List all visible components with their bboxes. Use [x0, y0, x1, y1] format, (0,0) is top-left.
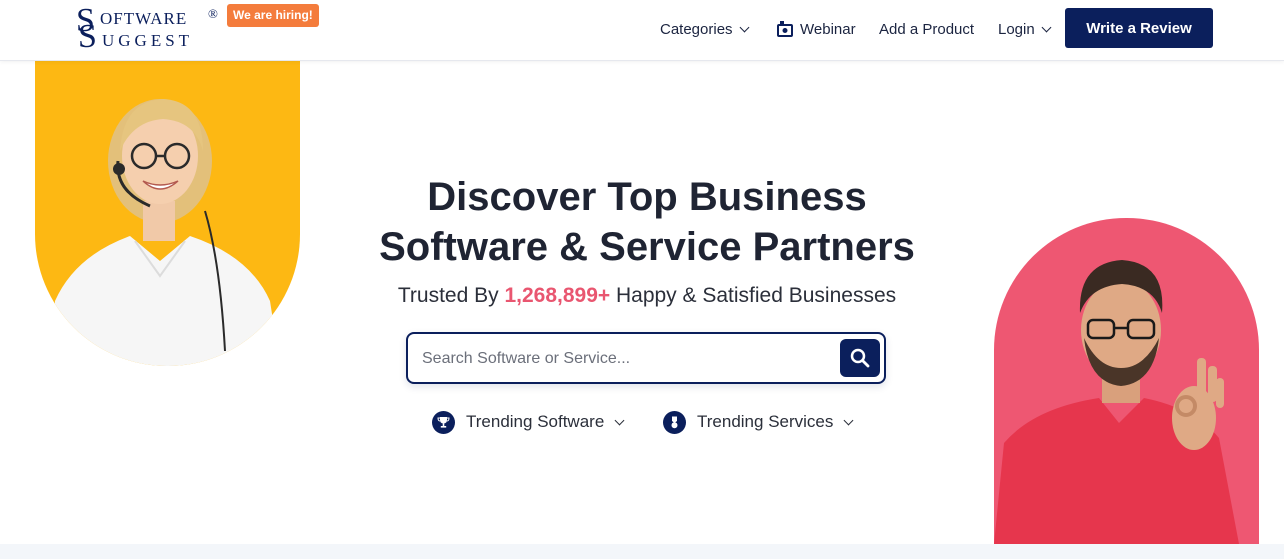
trusted-suffix: Happy & Satisfied Businesses — [610, 284, 897, 307]
chevron-down-icon — [739, 22, 749, 32]
hero-image-right-man-ok-gesture — [994, 218, 1259, 544]
site-header: S OFTWARE ® S UGGEST We are hiring! Cate… — [0, 0, 1284, 61]
next-section-band — [0, 544, 1284, 559]
nav-categories-label: Categories — [660, 20, 733, 38]
webinar-icon — [777, 21, 793, 37]
logo-row1: OFTWARE — [100, 9, 188, 28]
trusted-by-text: Trusted By 1,268,899+ Happy & Satisfied … — [340, 284, 954, 308]
logo-letter-bottom: S — [78, 18, 97, 55]
write-review-button[interactable]: Write a Review — [1065, 8, 1213, 48]
hero-headline: Discover Top Business Software & Service… — [340, 172, 954, 272]
trending-software-label: Trending Software — [466, 412, 605, 431]
nav-login-label: Login — [998, 20, 1035, 38]
hiring-badge[interactable]: We are hiring! — [227, 4, 319, 27]
hero-image-left-support-woman — [35, 61, 300, 366]
logo-registered: ® — [208, 6, 218, 21]
nav-add-product-label: Add a Product — [879, 20, 975, 38]
logo-row2: UGGEST — [102, 31, 194, 50]
trusted-prefix: Trusted By — [397, 284, 505, 307]
medal-icon — [663, 410, 686, 434]
chevron-down-icon — [1041, 22, 1052, 32]
nav-categories[interactable]: Categories — [660, 0, 749, 58]
man-ok-gesture-illustration — [994, 260, 1239, 544]
nav-webinar-label: Webinar — [800, 20, 856, 38]
search-input[interactable] — [422, 346, 822, 372]
trending-software-dropdown[interactable]: Trending Software — [432, 410, 625, 434]
support-woman-illustration — [50, 99, 280, 366]
trending-services-dropdown[interactable]: Trending Services — [663, 410, 854, 434]
chevron-down-icon — [614, 415, 625, 425]
hero-headline-line2: Software & Service Partners — [379, 225, 915, 269]
chevron-down-icon — [843, 415, 854, 425]
search-button[interactable] — [840, 339, 880, 377]
trophy-icon — [432, 410, 455, 434]
nav-webinar[interactable]: Webinar — [777, 0, 856, 58]
nav-add-product[interactable]: Add a Product — [879, 0, 974, 58]
trending-services-label: Trending Services — [697, 412, 834, 431]
hero-headline-line1: Discover Top Business — [427, 175, 867, 219]
trusted-count: 1,268,899+ — [504, 284, 611, 307]
search-box — [406, 332, 886, 384]
search-icon — [850, 348, 870, 368]
nav-login[interactable]: Login — [998, 0, 1052, 58]
softwaresuggest-logo[interactable]: S OFTWARE ® S UGGEST — [76, 4, 226, 54]
